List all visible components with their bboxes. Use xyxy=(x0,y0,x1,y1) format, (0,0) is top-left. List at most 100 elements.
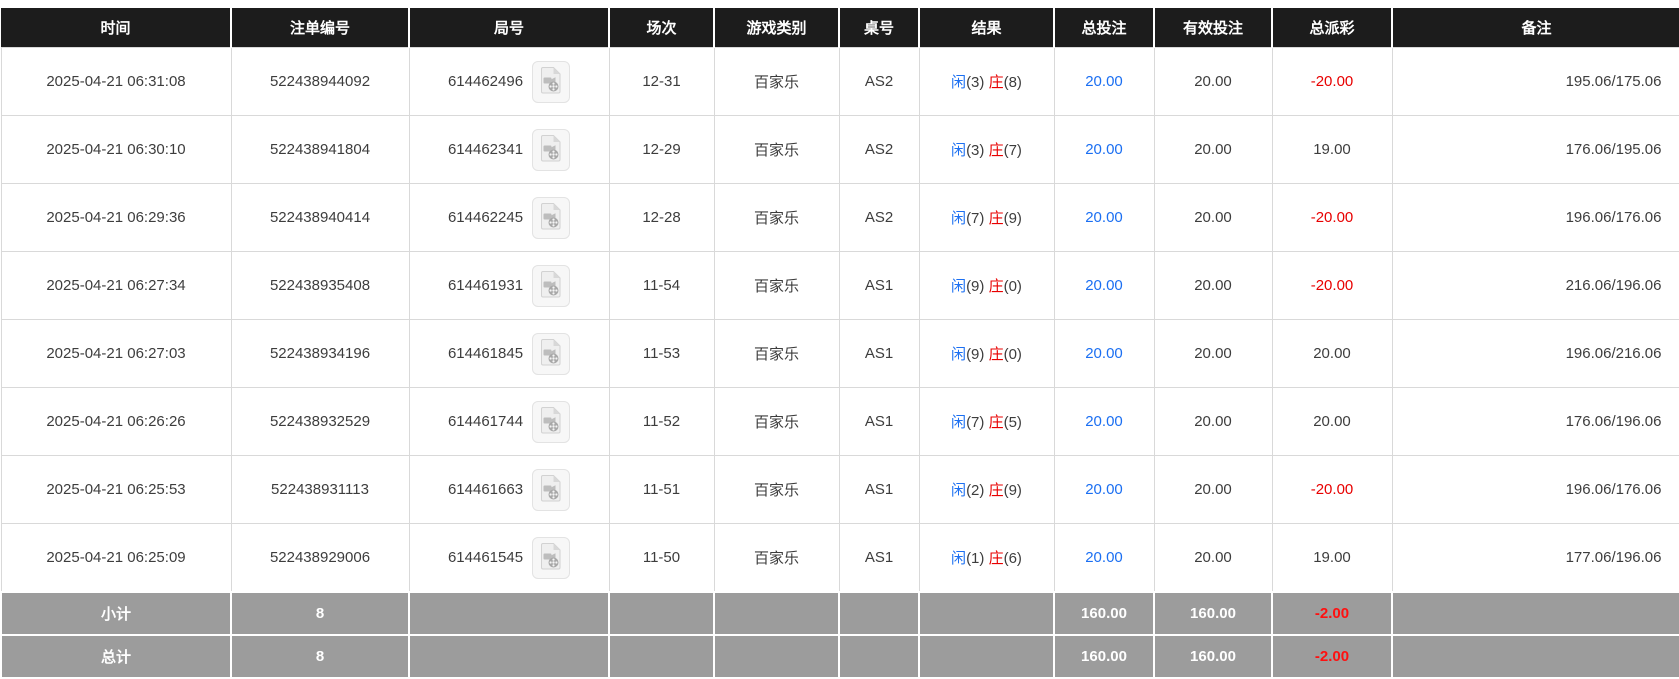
round-cell: 614462341 xyxy=(409,116,609,184)
banker-result-score: (0) xyxy=(1004,346,1022,363)
table-number: AS1 xyxy=(839,388,919,456)
video-replay-button[interactable] xyxy=(532,265,570,307)
col-header-game-type: 游戏类别 xyxy=(714,8,839,48)
round-cell: 614461663 xyxy=(409,456,609,524)
col-header-session: 场次 xyxy=(609,8,714,48)
player-result-label: 闲 xyxy=(951,414,966,431)
bet-time: 2025-04-21 06:30:10 xyxy=(1,116,231,184)
total-bet: 20.00 xyxy=(1054,252,1154,320)
player-result-score: (7) xyxy=(966,414,984,431)
remark: 216.06/196.06 xyxy=(1392,252,1679,320)
col-header-time: 时间 xyxy=(1,8,231,48)
game-type: 百家乐 xyxy=(714,116,839,184)
session: 11-54 xyxy=(609,252,714,320)
banker-result-score: (6) xyxy=(1004,550,1022,567)
total-bet: 20.00 xyxy=(1054,116,1154,184)
col-header-bet-id: 注单编号 xyxy=(231,8,409,48)
table-row: 2025-04-21 06:25:09 522438929006 6144615… xyxy=(1,524,1679,593)
col-header-valid-bet: 有效投注 xyxy=(1154,8,1272,48)
payout: 19.00 xyxy=(1272,116,1392,184)
player-result-score: (1) xyxy=(966,550,984,567)
remark: 195.06/175.06 xyxy=(1392,48,1679,116)
session: 11-52 xyxy=(609,388,714,456)
result-cell: 闲(7) 庄(5) xyxy=(919,388,1054,456)
payout: 19.00 xyxy=(1272,524,1392,593)
round-number: 614461845 xyxy=(448,345,523,362)
session: 12-29 xyxy=(609,116,714,184)
banker-result-label: 庄 xyxy=(989,482,1004,499)
session: 11-53 xyxy=(609,320,714,388)
banker-result-score: (5) xyxy=(1004,414,1022,431)
video-replay-button[interactable] xyxy=(532,61,570,103)
round-number: 614462245 xyxy=(448,209,523,226)
result-cell: 闲(1) 庄(6) xyxy=(919,524,1054,593)
remark: 177.06/196.06 xyxy=(1392,524,1679,593)
player-result-label: 闲 xyxy=(951,142,966,159)
session: 11-51 xyxy=(609,456,714,524)
video-replay-button[interactable] xyxy=(532,129,570,171)
table-number: AS2 xyxy=(839,116,919,184)
banker-result-score: (9) xyxy=(1004,210,1022,227)
player-result-score: (9) xyxy=(966,278,984,295)
bet-id: 522438929006 xyxy=(231,524,409,593)
round-cell: 614461545 xyxy=(409,524,609,593)
total-bet: 20.00 xyxy=(1054,184,1154,252)
payout: 20.00 xyxy=(1272,320,1392,388)
video-file-icon xyxy=(539,474,563,506)
player-result-label: 闲 xyxy=(951,74,966,91)
subtotal-row: 小计 8 160.00 160.00 -2.00 xyxy=(1,592,1679,635)
bet-id: 522438940414 xyxy=(231,184,409,252)
session: 12-28 xyxy=(609,184,714,252)
grand-total-row: 总计 8 160.00 160.00 -2.00 xyxy=(1,635,1679,678)
grand-total-total-bet: 160.00 xyxy=(1054,635,1154,678)
table-row: 2025-04-21 06:29:36 522438940414 6144622… xyxy=(1,184,1679,252)
col-header-payout: 总派彩 xyxy=(1272,8,1392,48)
banker-result-score: (9) xyxy=(1004,482,1022,499)
player-result-score: (3) xyxy=(966,74,984,91)
table-row: 2025-04-21 06:31:08 522438944092 6144624… xyxy=(1,48,1679,116)
round-cell: 614461845 xyxy=(409,320,609,388)
valid-bet: 20.00 xyxy=(1154,252,1272,320)
round-number: 614462341 xyxy=(448,141,523,158)
video-replay-button[interactable] xyxy=(532,197,570,239)
valid-bet: 20.00 xyxy=(1154,456,1272,524)
total-bet: 20.00 xyxy=(1054,48,1154,116)
result-cell: 闲(3) 庄(8) xyxy=(919,48,1054,116)
bet-time: 2025-04-21 06:25:09 xyxy=(1,524,231,593)
bet-time: 2025-04-21 06:29:36 xyxy=(1,184,231,252)
grand-total-valid-bet: 160.00 xyxy=(1154,635,1272,678)
valid-bet: 20.00 xyxy=(1154,184,1272,252)
video-replay-button[interactable] xyxy=(532,537,570,579)
remark: 196.06/176.06 xyxy=(1392,184,1679,252)
total-bet: 20.00 xyxy=(1054,320,1154,388)
result-cell: 闲(9) 庄(0) xyxy=(919,252,1054,320)
banker-result-label: 庄 xyxy=(989,74,1004,91)
total-bet: 20.00 xyxy=(1054,456,1154,524)
total-bet: 20.00 xyxy=(1054,524,1154,593)
table-row: 2025-04-21 06:27:34 522438935408 6144619… xyxy=(1,252,1679,320)
player-result-label: 闲 xyxy=(951,346,966,363)
table-row: 2025-04-21 06:30:10 522438941804 6144623… xyxy=(1,116,1679,184)
game-type: 百家乐 xyxy=(714,252,839,320)
bet-records-page: 时间 注单编号 局号 场次 游戏类别 桌号 结果 总投注 有效投注 总派彩 备注… xyxy=(0,0,1679,679)
bet-time: 2025-04-21 06:31:08 xyxy=(1,48,231,116)
player-result-label: 闲 xyxy=(951,550,966,567)
bet-id: 522438931113 xyxy=(231,456,409,524)
remark: 196.06/176.06 xyxy=(1392,456,1679,524)
round-cell: 614461931 xyxy=(409,252,609,320)
video-replay-button[interactable] xyxy=(532,333,570,375)
session: 12-31 xyxy=(609,48,714,116)
player-result-label: 闲 xyxy=(951,210,966,227)
bet-id: 522438941804 xyxy=(231,116,409,184)
game-type: 百家乐 xyxy=(714,48,839,116)
game-type: 百家乐 xyxy=(714,456,839,524)
col-header-round: 局号 xyxy=(409,8,609,48)
round-cell: 614461744 xyxy=(409,388,609,456)
payout: -20.00 xyxy=(1272,48,1392,116)
bet-id: 522438944092 xyxy=(231,48,409,116)
player-result-score: (9) xyxy=(966,346,984,363)
video-replay-button[interactable] xyxy=(532,469,570,511)
session: 11-50 xyxy=(609,524,714,593)
subtotal-total-bet: 160.00 xyxy=(1054,592,1154,635)
video-replay-button[interactable] xyxy=(532,401,570,443)
